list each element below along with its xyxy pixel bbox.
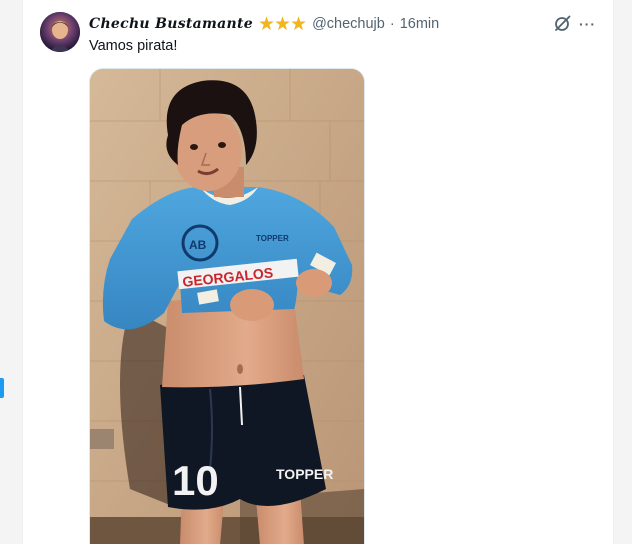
shorts-brand: TOPPER <box>276 466 333 482</box>
display-name[interactable]: Chechu Bustamante <box>89 16 253 32</box>
avatar[interactable] <box>40 12 80 52</box>
separator-dot: · <box>389 16 395 32</box>
tweet-photo[interactable]: 10 TOPPER AB TOPPER GEORGALOS <box>89 68 365 544</box>
side-scroll-indicator[interactable] <box>0 378 4 398</box>
feed-page: Chechu Bustamante ★★★ @chechujb · 16min … <box>0 0 632 544</box>
jersey-brand: TOPPER <box>256 234 289 243</box>
tweet-card[interactable]: Chechu Bustamante ★★★ @chechujb · 16min … <box>22 0 614 544</box>
timestamp[interactable]: 16min <box>400 16 440 32</box>
more-options-icon[interactable]: ··· <box>579 16 599 32</box>
star-badge-icon: ★★★ <box>257 13 307 35</box>
shorts-number: 10 <box>172 457 219 504</box>
photo-image: 10 TOPPER AB TOPPER GEORGALOS <box>90 69 364 544</box>
grok-icon[interactable] <box>553 15 571 33</box>
user-handle[interactable]: @chechujb <box>312 16 385 32</box>
tweet-text: Vamos pirata! <box>89 38 178 54</box>
svg-text:AB: AB <box>189 238 207 252</box>
tweet-header: Chechu Bustamante ★★★ @chechujb · 16min <box>89 14 439 34</box>
avatar-image <box>40 12 80 52</box>
